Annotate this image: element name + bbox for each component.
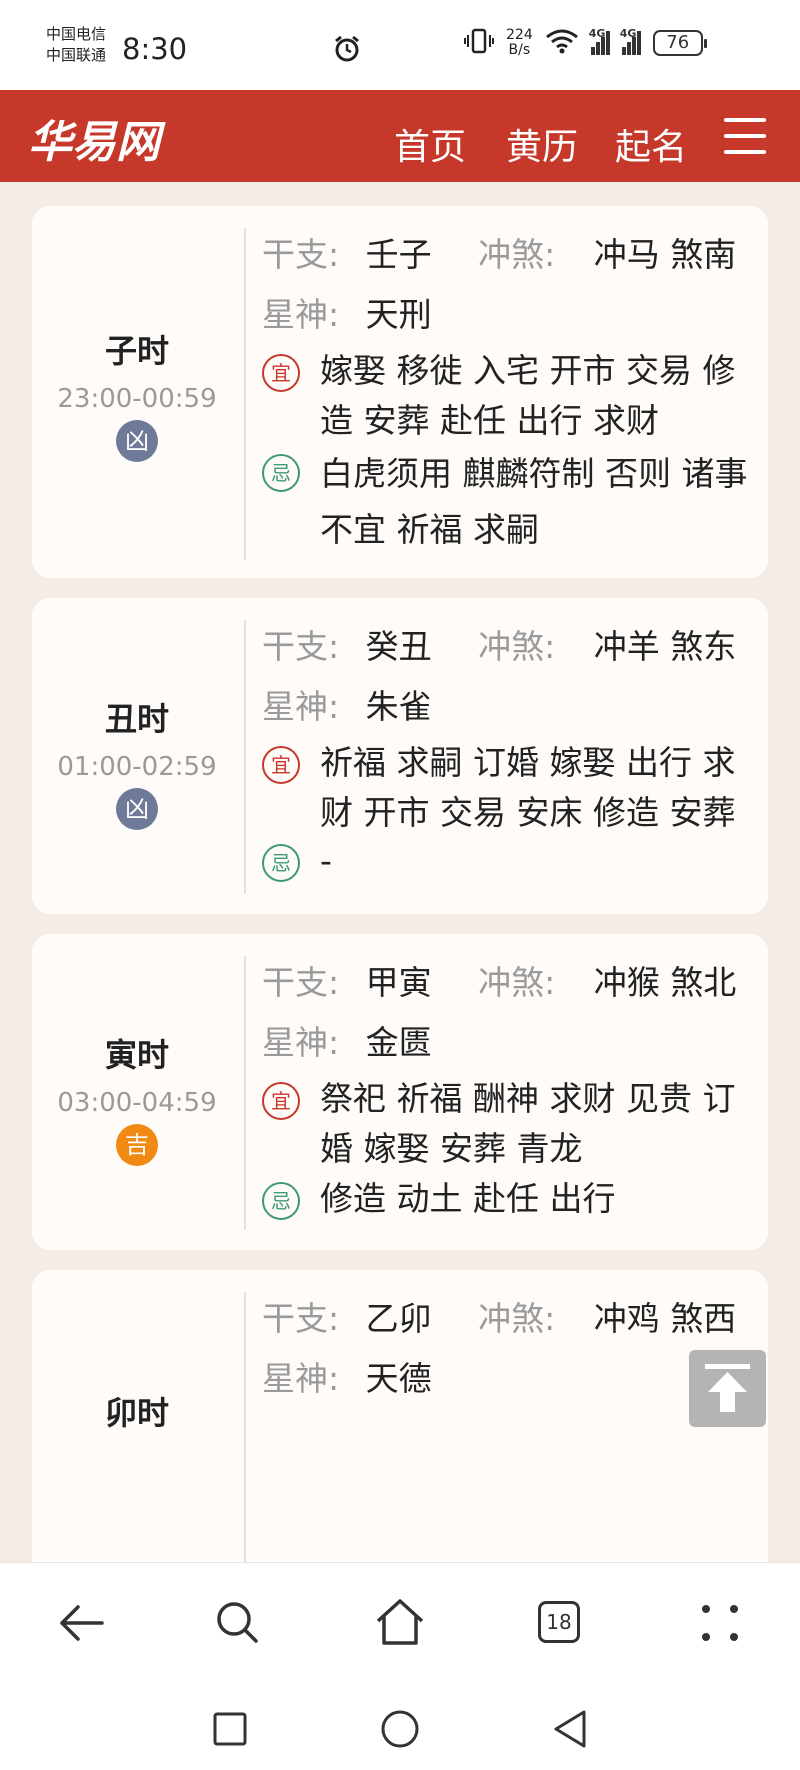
- yi-tag: 宜: [262, 354, 300, 392]
- xingshen-value: 金匮: [365, 1023, 432, 1062]
- hour-card: 卯时 干支: 乙卯 冲煞: 冲鸡 煞西 星神: 天德: [32, 1270, 768, 1562]
- luck-badge: 凶: [116, 788, 158, 830]
- yi-items: 祭祀 祈福 酬神 求财 见贵 订婚 嫁娶 安葬 青龙: [320, 1079, 736, 1168]
- ganzhi-label: 干支:: [262, 963, 340, 1002]
- ji-items: 修造 动土 赴任 出行: [320, 1179, 616, 1218]
- ganzhi-value: 壬子: [365, 235, 432, 274]
- nav-naming[interactable]: 起名: [615, 118, 687, 170]
- status-bar: 中国电信 中国联通 8:30 224 B/s 4G 4G 76: [0, 0, 800, 90]
- luck-badge: 吉: [116, 1124, 158, 1166]
- signal-1-label: 4G: [588, 27, 606, 40]
- back-triangle-icon[interactable]: [552, 1709, 588, 1753]
- yi-tag: 宜: [262, 1082, 300, 1120]
- alarm-clock-icon: [332, 34, 362, 68]
- hour-card: 寅时 03:00-04:59 吉 干支: 甲寅 冲煞: 冲猴 煞北 星神: 金匮…: [32, 934, 768, 1250]
- carrier-labels: 中国电信 中国联通: [46, 24, 106, 66]
- xingshen-value: 朱雀: [365, 687, 432, 726]
- ji-tag: 忌: [262, 454, 300, 492]
- chongsha-label: 冲煞:: [478, 627, 556, 666]
- hamburger-menu-icon[interactable]: [724, 118, 766, 154]
- ganzhi-label: 干支:: [262, 1299, 340, 1338]
- net-speed-unit: B/s: [508, 42, 531, 58]
- status-time: 8:30: [122, 32, 188, 66]
- wifi-icon: [545, 28, 579, 58]
- hour-name: 子时: [104, 332, 169, 370]
- ji-tag: 忌: [262, 844, 300, 882]
- ganzhi-value: 甲寅: [365, 963, 432, 1002]
- ganzhi-value: 乙卯: [365, 1299, 432, 1338]
- ganzhi-value: 癸丑: [365, 627, 432, 666]
- ganzhi-label: 干支:: [262, 235, 340, 274]
- home-icon[interactable]: [374, 1597, 426, 1651]
- search-icon[interactable]: [214, 1599, 262, 1651]
- carrier-1: 中国电信: [46, 25, 107, 43]
- nav-home[interactable]: 首页: [394, 118, 466, 170]
- hour-name: 卯时: [104, 1394, 169, 1432]
- hour-range: 01:00-02:59: [57, 752, 217, 782]
- hour-card: 子时 23:00-00:59 凶 干支: 壬子 冲煞: 冲马 煞南 星神: 天刑…: [32, 206, 768, 578]
- carrier-2: 中国联通: [46, 46, 107, 64]
- card-divider: [244, 1292, 246, 1562]
- xingshen-value: 天刑: [365, 295, 432, 334]
- card-divider: [244, 620, 246, 894]
- ji-items: -: [320, 841, 332, 880]
- xingshen-label: 星神:: [262, 1359, 340, 1398]
- ji-tag: 忌: [262, 1182, 300, 1220]
- back-to-top-button[interactable]: [689, 1350, 766, 1427]
- signal-strength-1: 4G: [589, 27, 610, 55]
- recents-square-icon[interactable]: [212, 1711, 248, 1751]
- xingshen-label: 星神:: [262, 1023, 340, 1062]
- chongsha-value: 冲猴 煞北: [593, 963, 737, 1002]
- chongsha-label: 冲煞:: [478, 235, 556, 274]
- arrow-up-icon: [705, 1364, 750, 1412]
- site-logo[interactable]: 华易网: [28, 106, 160, 170]
- tab-count-button[interactable]: 18: [538, 1601, 580, 1643]
- xingshen-label: 星神:: [262, 687, 340, 726]
- xingshen-label: 星神:: [262, 295, 340, 334]
- hour-name: 丑时: [104, 700, 169, 738]
- home-circle-icon[interactable]: [380, 1709, 420, 1753]
- chongsha-value: 冲马 煞南: [593, 235, 737, 274]
- more-dots-icon[interactable]: [700, 1603, 740, 1647]
- yi-tag: 宜: [262, 746, 300, 784]
- signal-strength-2: 4G: [620, 27, 641, 55]
- nav-almanac[interactable]: 黄历: [506, 118, 578, 170]
- hour-range: 03:00-04:59: [57, 1088, 217, 1118]
- ji-items: 白虎须用 麒麟符制 否则 诸事不宜 祈福 求嗣: [320, 454, 748, 549]
- signal-2-label: 4G: [619, 27, 637, 40]
- yi-items: 祈福 求嗣 订婚 嫁娶 出行 求财 开市 交易 安床 修造 安葬: [320, 743, 736, 832]
- luck-badge: 凶: [116, 420, 158, 462]
- hour-card: 丑时 01:00-02:59 凶 干支: 癸丑 冲煞: 冲羊 煞东 星神: 朱雀…: [32, 598, 768, 914]
- chongsha-value: 冲羊 煞东: [593, 627, 737, 666]
- chongsha-label: 冲煞:: [478, 963, 556, 1002]
- xingshen-value: 天德: [365, 1359, 432, 1398]
- browser-toolbar: 18: [0, 1562, 800, 1770]
- net-speed: 224 B/s: [506, 28, 533, 58]
- net-speed-value: 224: [506, 27, 533, 43]
- ganzhi-label: 干支:: [262, 627, 340, 666]
- card-divider: [244, 228, 246, 560]
- vibrate-icon: [464, 28, 494, 58]
- site-header: 华易网 首页 黄历 起名: [0, 90, 800, 182]
- hour-list[interactable]: 子时 23:00-00:59 凶 干支: 壬子 冲煞: 冲马 煞南 星神: 天刑…: [0, 182, 800, 1562]
- battery-indicator: 76: [652, 30, 707, 56]
- yi-items: 嫁娶 移徙 入宅 开市 交易 修造 安葬 赴任 出行 求财: [320, 351, 736, 440]
- chongsha-value: 冲鸡 煞西: [593, 1299, 737, 1338]
- hour-range: 23:00-00:59: [57, 384, 217, 414]
- card-divider: [244, 956, 246, 1230]
- hour-name: 寅时: [104, 1036, 169, 1074]
- back-arrow-icon[interactable]: [56, 1601, 104, 1649]
- chongsha-label: 冲煞:: [478, 1299, 556, 1338]
